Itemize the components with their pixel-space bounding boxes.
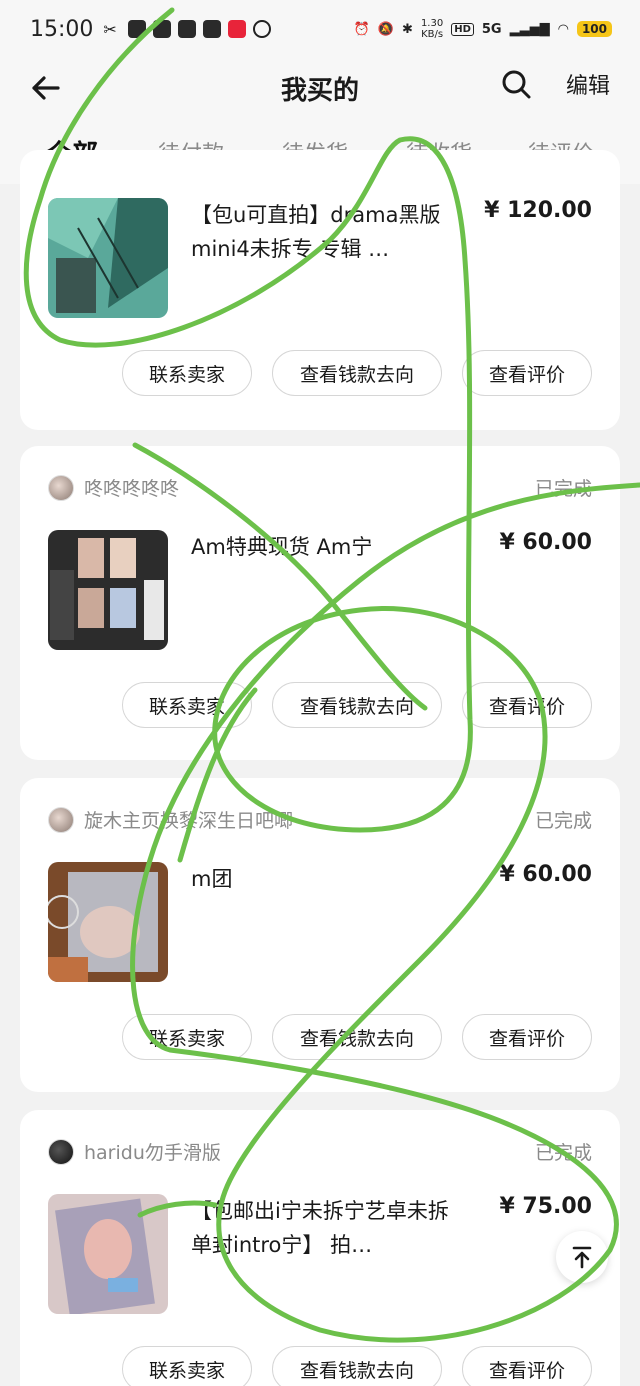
mute-icon: 🔕 [377,21,395,37]
back-to-top-button[interactable] [556,1231,608,1283]
back-to-top-icon [572,1246,592,1269]
search-icon[interactable] [498,66,534,102]
status-right: ⏰ 🔕 ✱ 1.30 KB/s HD 5G ▂▃▅▇ ◠ 100 [354,18,612,40]
avatar [48,806,74,833]
view-money-flow-button[interactable]: 查看钱款去向 [272,1014,442,1060]
nav-header: 我买的 编辑 [0,58,640,120]
view-review-button[interactable]: 查看评价 [462,682,592,728]
app-icon [178,20,197,38]
avatar [48,474,74,501]
battery-indicator: 100 [576,21,612,37]
page-title: 我买的 [280,76,359,106]
product-thumbnail[interactable] [48,862,168,982]
edit-button[interactable]: 编辑 [566,68,610,100]
product-thumbnail[interactable] [48,1194,168,1314]
status-time: 15:00 [30,16,94,42]
notification-icon: ✂ [103,20,117,39]
view-review-button[interactable]: 查看评价 [462,1346,592,1386]
order-card[interactable]: 旋木主页换黎深生日吧唧 已完成 m团 ¥ 60.00 联系卖家 查看钱款去向 查… [20,778,620,1092]
view-money-flow-button[interactable]: 查看钱款去向 [272,1346,442,1386]
product-title[interactable]: 【包邮出i宁未拆宁艺卓未拆单封intro宁】 拍… [191,1194,451,1262]
wifi-icon: ◠ [557,21,569,37]
net-speed-value: 1.30 [420,18,444,29]
shop-row[interactable]: haridu勿手滑版 [48,1138,221,1165]
product-price: ¥ 120.00 [484,198,592,223]
app-icon [253,20,272,38]
product-title[interactable]: Am特典现货 Am宁 [191,530,451,564]
product-title[interactable]: 【包u可直拍】drama黑版 mini4未拆专 专辑 … [191,198,451,266]
status-badge: 已完成 [534,1142,592,1164]
product-thumbnail[interactable] [48,198,168,318]
app-k-icon [128,20,147,38]
notification-icons: ✂ [103,20,272,39]
status-badge: 已完成 [534,810,592,832]
avatar [48,1138,74,1165]
product-price: ¥ 75.00 [499,1194,592,1219]
view-review-button[interactable]: 查看评价 [462,350,592,396]
app-icon [203,20,222,38]
signal-icon: ▂▃▅▇ [509,21,550,37]
product-price: ¥ 60.00 [499,862,592,887]
contact-seller-button[interactable]: 联系卖家 [122,1346,252,1386]
status-bar: 15:00 ✂ ⏰ 🔕 ✱ 1.30 KB/s HD 5G ▂▃▅▇ ◠ 100 [0,0,640,58]
view-review-button[interactable]: 查看评价 [462,1014,592,1060]
bluetooth-icon: ✱ [402,21,413,37]
shop-row[interactable]: 咚咚咚咚咚 [48,474,179,501]
shop-name[interactable]: 旋木主页换黎深生日吧唧 [84,806,293,833]
shop-name[interactable]: 咚咚咚咚咚 [84,474,179,501]
app-icon [153,20,172,38]
shop-row[interactable]: 旋木主页换黎深生日吧唧 [48,806,293,833]
hd-badge: HD [451,22,474,36]
order-card[interactable]: haridu勿手滑版 已完成 【包邮出i宁未拆宁艺卓未拆单封intro宁】 拍…… [20,1110,620,1386]
app-icon [228,20,247,38]
contact-seller-button[interactable]: 联系卖家 [122,1014,252,1060]
order-card[interactable]: 【包u可直拍】drama黑版 mini4未拆专 专辑 … ¥ 120.00 联系… [20,150,620,430]
view-money-flow-button[interactable]: 查看钱款去向 [272,350,442,396]
net-speed-unit: KB/s [421,29,444,40]
status-badge: 已完成 [534,478,592,500]
shop-name[interactable]: haridu勿手滑版 [84,1138,221,1165]
contact-seller-button[interactable]: 联系卖家 [122,682,252,728]
order-card[interactable]: 咚咚咚咚咚 已完成 Am特典现货 Am宁 ¥ 60.00 联系卖家 查看钱款去向… [20,446,620,760]
net-speed: 1.30 KB/s [421,18,443,40]
alarm-icon: ⏰ [353,21,370,37]
view-money-flow-button[interactable]: 查看钱款去向 [272,682,442,728]
contact-seller-button[interactable]: 联系卖家 [122,350,252,396]
product-price: ¥ 60.00 [499,530,592,555]
product-title[interactable]: m团 [191,862,451,896]
product-thumbnail[interactable] [48,530,168,650]
network-label: 5G [481,21,502,37]
